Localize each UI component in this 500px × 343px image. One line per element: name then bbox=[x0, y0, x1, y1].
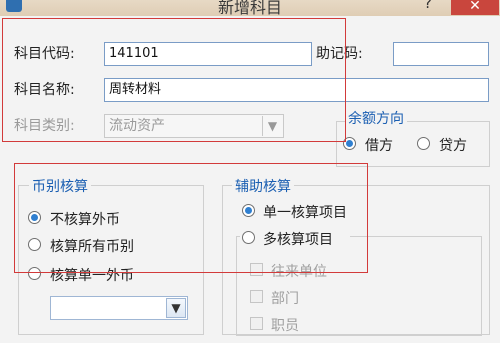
highlight-box bbox=[14, 163, 368, 273]
highlight-box bbox=[2, 18, 346, 142]
mnemonic-input[interactable] bbox=[393, 42, 489, 66]
balance-credit-radio[interactable] bbox=[417, 137, 430, 150]
chevron-down-icon[interactable]: ▼ bbox=[166, 298, 186, 318]
aux-item-label: 部门 bbox=[271, 291, 299, 307]
balance-debit-label[interactable]: 借方 bbox=[365, 135, 393, 155]
aux-item-label: 职员 bbox=[271, 318, 299, 334]
aux-item-checkbox[interactable] bbox=[250, 317, 263, 330]
help-button[interactable]: ? bbox=[424, 0, 432, 12]
close-button[interactable]: ✕ bbox=[451, 0, 499, 15]
close-icon: ✕ bbox=[469, 0, 481, 14]
radio-icon bbox=[417, 137, 430, 150]
balance-direction-legend: 余额方向 bbox=[345, 108, 407, 128]
balance-credit-label[interactable]: 贷方 bbox=[439, 135, 467, 155]
aux-item-checkbox[interactable] bbox=[250, 290, 263, 303]
